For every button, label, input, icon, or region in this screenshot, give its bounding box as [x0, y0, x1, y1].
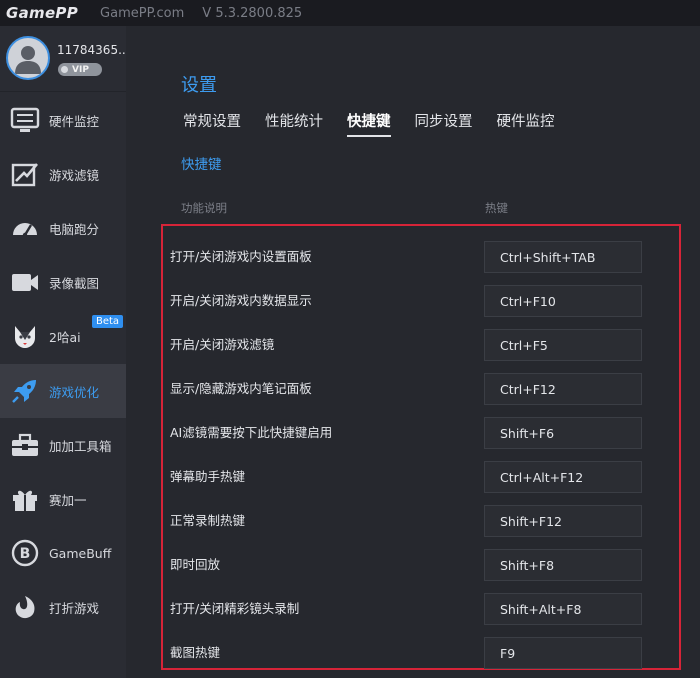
hotkey-input[interactable]: Shift+F12: [484, 505, 642, 537]
hotkey-row: 开启/关闭游戏内数据显示 Ctrl+F10: [163, 276, 679, 320]
sidebar-item-label: 赛加一: [49, 492, 87, 508]
page-title: 设置: [181, 75, 217, 96]
hotkey-row: 开启/关闭游戏滤镜 Ctrl+F5: [163, 320, 679, 364]
hotkey-input[interactable]: Ctrl+Alt+F12: [484, 461, 642, 493]
sidebar-item-label: 加加工具箱: [49, 438, 112, 454]
hotkey-row: AI滤镜需要按下此快捷键启用 Shift+F6: [163, 408, 679, 452]
hotkey-row: 弹幕助手热键 Ctrl+Alt+F12: [163, 452, 679, 496]
sidebar-item-gamebuff[interactable]: B GameBuff: [0, 526, 126, 580]
rocket-icon: [12, 380, 36, 403]
hotkey-description: 正常录制热键: [170, 513, 246, 528]
site-url: GamePP.com: [100, 5, 185, 21]
sidebar-item-discount-games[interactable]: 打折游戏: [0, 580, 126, 634]
tab-sync[interactable]: 同步设置: [415, 110, 473, 135]
sidebar: 11784365... VIP 硬件监控 游戏滤镜 电脑跑分 录像截图 2哈ai…: [0, 26, 130, 678]
tab-performance-stats[interactable]: 性能统计: [265, 110, 323, 135]
settings-panel: 设置 常规设置 性能统计 快捷键 同步设置 硬件监控 快捷键 功能说明 热键 打…: [126, 26, 700, 678]
hotkey-description: 打开/关闭精彩镜头录制: [170, 601, 300, 616]
sidebar-item-label: 电脑跑分: [49, 221, 100, 237]
tab-hotkeys[interactable]: 快捷键: [347, 110, 391, 137]
sidebar-item-label: 游戏滤镜: [49, 167, 100, 183]
hotkey-row: 显示/隐藏游戏内笔记面板 Ctrl+F12: [163, 364, 679, 408]
version-label: V 5.3.2800.825: [202, 5, 303, 21]
sidebar-item-2ha-ai[interactable]: 2哈ai Beta: [0, 309, 126, 363]
hotkey-list-highlight: 打开/关闭游戏内设置面板 Ctrl+Shift+TAB 开启/关闭游戏内数据显示…: [161, 224, 681, 670]
svg-text:B: B: [20, 546, 31, 562]
hotkey-row: 打开/关闭精彩镜头录制 Shift+Alt+F8: [163, 584, 679, 628]
sidebar-item-toolbox[interactable]: 加加工具箱: [0, 418, 126, 472]
hotkey-description: 打开/关闭游戏内设置面板: [170, 249, 312, 264]
settings-tabs: 常规设置 性能统计 快捷键 同步设置 硬件监控: [183, 110, 579, 137]
user-profile[interactable]: 11784365... VIP: [0, 26, 130, 92]
title-bar: GamePP GamePP.com V 5.3.2800.825: [0, 0, 700, 26]
app-window: GamePP GamePP.com V 5.3.2800.825 1178436…: [0, 0, 700, 678]
hotkey-description: AI滤镜需要按下此快捷键启用: [170, 425, 333, 440]
sidebar-item-hardware-monitor[interactable]: 硬件监控: [0, 93, 126, 147]
hotkey-input[interactable]: F9: [484, 637, 642, 669]
speedometer-icon: [13, 223, 37, 238]
hotkey-input[interactable]: Shift+F6: [484, 417, 642, 449]
column-header-hotkey: 热键: [485, 201, 508, 215]
hotkey-input[interactable]: Ctrl+Shift+TAB: [484, 241, 642, 273]
sidebar-item-label: 录像截图: [49, 275, 100, 291]
hotkey-input[interactable]: Ctrl+F10: [484, 285, 642, 317]
hardware-monitor-icon: [10, 107, 40, 132]
sidebar-item-label: 打折游戏: [49, 600, 100, 616]
tab-general[interactable]: 常规设置: [183, 110, 241, 135]
user-name: 11784365...: [57, 43, 130, 57]
sidebar-item-saijiayi[interactable]: 赛加一: [0, 472, 126, 526]
hotkey-row: 截图热键 F9: [163, 628, 679, 672]
hotkey-input[interactable]: Shift+F8: [484, 549, 642, 581]
sidebar-item-benchmark[interactable]: 电脑跑分: [0, 201, 126, 255]
sidebar-item-game-optimize[interactable]: 游戏优化: [0, 364, 126, 418]
toolbox-icon: [12, 433, 38, 456]
hotkey-input[interactable]: Shift+Alt+F8: [484, 593, 642, 625]
vip-badge: VIP: [58, 63, 102, 76]
hotkey-description: 截图热键: [170, 645, 221, 660]
hotkey-input[interactable]: Ctrl+F12: [484, 373, 642, 405]
gift-icon: [13, 490, 37, 511]
discount-game-icon: [15, 596, 35, 619]
sidebar-item-recording[interactable]: 录像截图: [0, 255, 126, 309]
section-title: 快捷键: [181, 157, 222, 173]
sidebar-item-label: 2哈ai: [49, 329, 81, 345]
husky-icon: [15, 326, 35, 348]
hotkey-row: 打开/关闭游戏内设置面板 Ctrl+Shift+TAB: [163, 232, 679, 276]
beta-badge: Beta: [92, 315, 124, 328]
sidebar-item-label: GameBuff: [49, 545, 112, 561]
hotkey-row: 即时回放 Shift+F8: [163, 540, 679, 584]
video-camera-icon: [12, 274, 38, 291]
sidebar-item-label: 硬件监控: [49, 113, 100, 129]
hotkey-description: 即时回放: [170, 557, 221, 572]
user-silhouette-icon: [15, 46, 41, 74]
hotkey-description: 开启/关闭游戏滤镜: [170, 337, 275, 352]
sidebar-item-game-filter[interactable]: 游戏滤镜: [0, 147, 126, 201]
vip-crown-icon: [61, 66, 68, 73]
hotkey-description: 弹幕助手热键: [170, 469, 246, 484]
hotkey-row: 正常录制热键 Shift+F12: [163, 496, 679, 540]
game-filter-icon: [11, 163, 38, 187]
hotkey-input[interactable]: Ctrl+F5: [484, 329, 642, 361]
sidebar-item-label: 游戏优化: [49, 384, 100, 400]
hotkey-description: 显示/隐藏游戏内笔记面板: [170, 381, 312, 396]
hotkey-description: 开启/关闭游戏内数据显示: [170, 293, 312, 308]
gamebuff-icon: B: [11, 539, 39, 567]
avatar[interactable]: [6, 36, 50, 80]
tab-hardware-monitor[interactable]: 硬件监控: [497, 110, 555, 135]
app-logo: GamePP: [6, 4, 79, 22]
column-header-description: 功能说明: [181, 201, 227, 215]
